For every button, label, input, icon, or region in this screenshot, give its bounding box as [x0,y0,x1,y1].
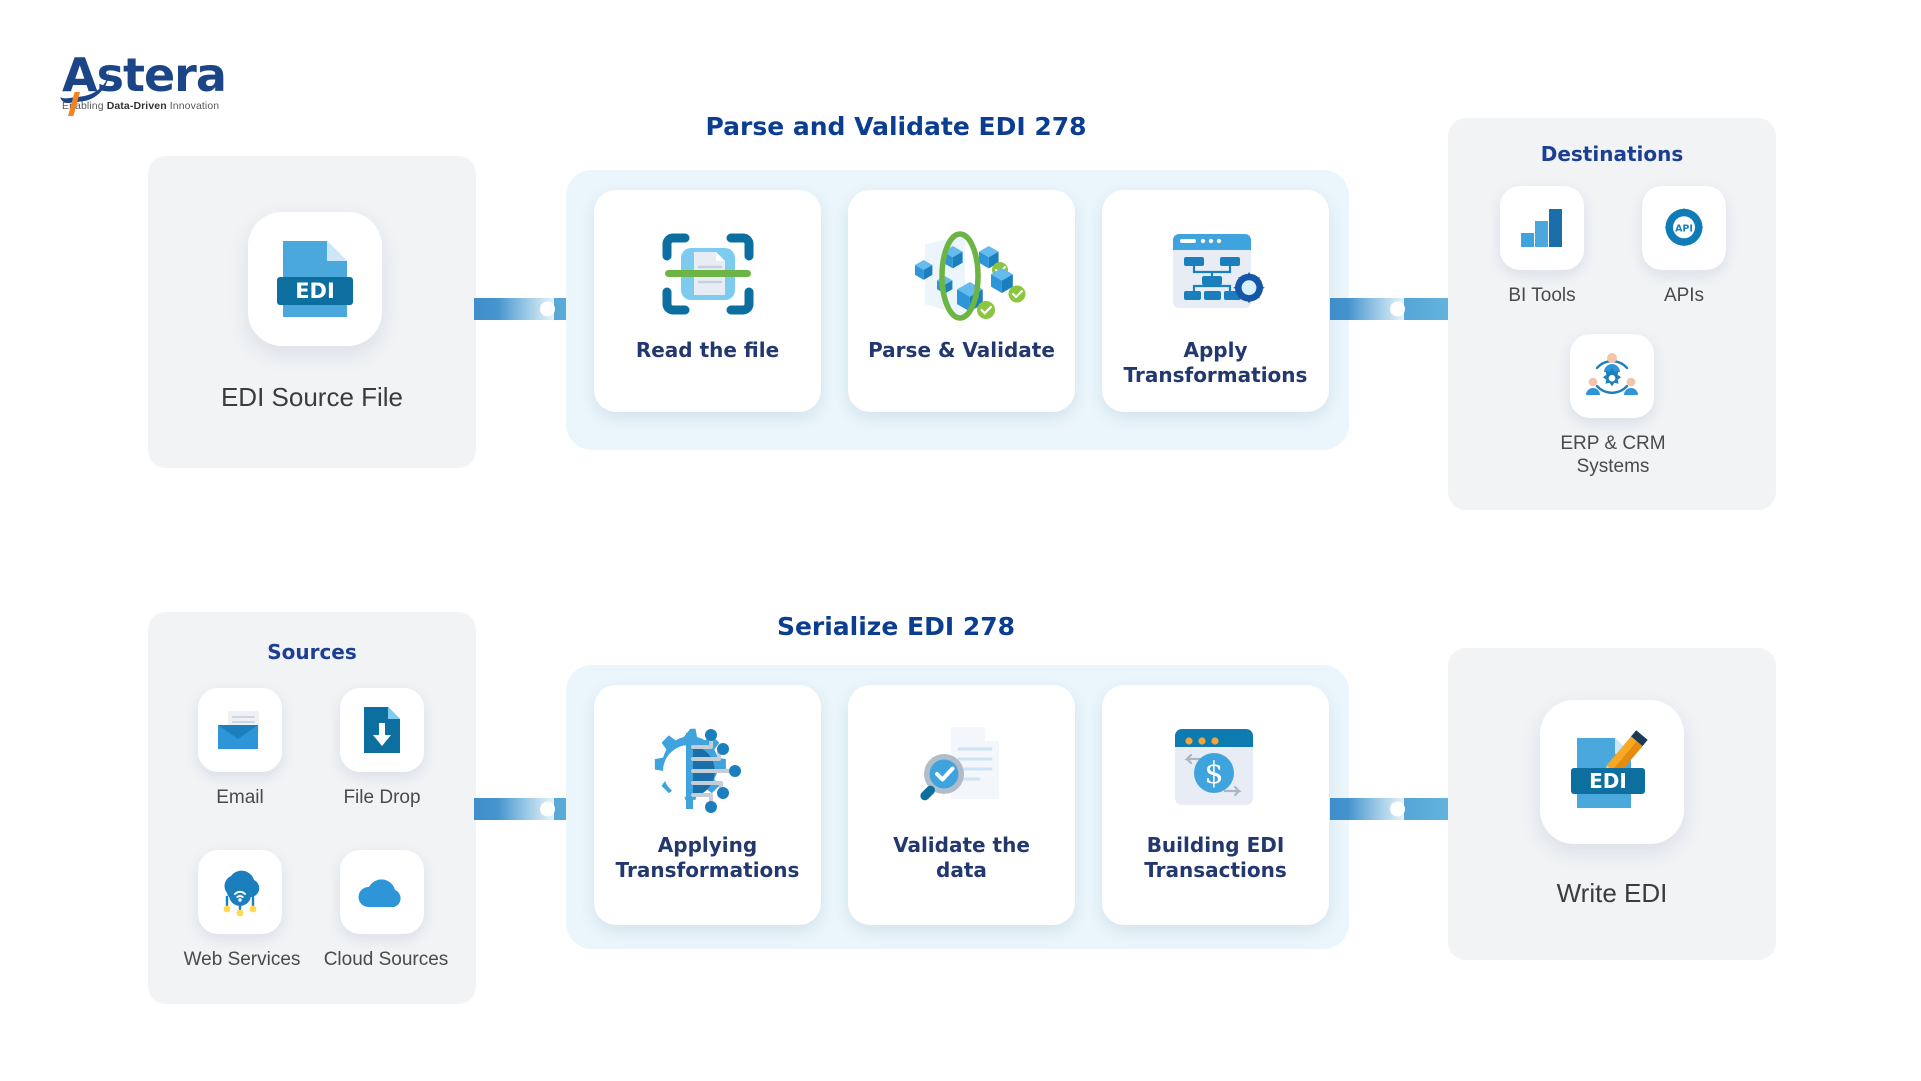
erp-crm-people-gear-icon [1586,353,1638,395]
file-download-icon [364,707,400,753]
step-apply-transformations-line1: Apply [1183,338,1248,362]
edi-write-pencil-icon: EDI [1571,730,1648,808]
destination-tile-apis[interactable]: API [1642,186,1726,270]
destination-label-erp-crm-line1: ERP & CRM [1560,433,1666,454]
step-read-the-file-label: Read the file [635,338,780,362]
step-building-edi-transactions-line2: Transactions [1144,858,1287,882]
source-tile-file-drop[interactable] [340,688,424,772]
logo-tagline: Enabling Data-Driven Innovation [62,100,222,112]
write-edi-label: Write EDI [1556,878,1668,908]
email-envelope-icon [218,711,259,749]
api-gear-icon: API [1664,208,1704,247]
step-building-edi-transactions-line1: Building EDI [1146,833,1285,857]
diagram-canvas: Astera Enabling Data-Driven Innovation E… [0,0,1921,1081]
bar-chart-icon [1521,209,1562,247]
destination-tile-erp-crm[interactable] [1570,334,1654,418]
data-cubes-validate-icon [907,224,1025,324]
edi-file-icon: EDI [277,241,353,317]
document-scan-icon [653,224,763,324]
destinations-title: Destinations [1540,142,1684,166]
api-gear-icon-text: API [1675,224,1693,235]
step-applying-transformations-label: Applying Transformations [603,833,812,883]
step-parse-validate[interactable]: Parse & Validate [848,190,1075,412]
connector-serialize-to-write [1330,798,1450,820]
edi-write-icon-text: EDI [1589,769,1627,793]
step-parse-validate-label: Parse & Validate [868,338,1055,362]
cloud-icon [358,879,401,907]
parse-band-title: Parse and Validate EDI 278 [705,112,1087,141]
destination-label-erp-crm: ERP & CRM Systems [1538,432,1688,478]
source-label-web-services: Web Services [183,949,301,970]
step-applying-transformations[interactable]: Applying Transformations [594,685,821,925]
step-apply-transformations-label: Apply Transformations [1111,338,1320,388]
edi-source-tile[interactable]: EDI [248,212,382,346]
document-check-magnifier-icon [907,719,1017,819]
step-validate-the-data[interactable]: Validate the data [848,685,1075,925]
edi-file-icon-text: EDI [295,279,335,303]
source-tile-web-services[interactable] [198,850,282,934]
connector-parse-to-destinations [1330,298,1450,320]
step-validate-the-data-label: Validate the data [857,833,1066,883]
write-edi-tile[interactable]: EDI [1540,700,1684,844]
logo-tagline-bold: Data-Driven [106,100,167,112]
step-apply-transformations-line2: Transformations [1123,363,1308,387]
destination-label-erp-crm-line2: Systems [1576,456,1650,477]
step-validate-the-data-line1: Validate the [893,833,1030,857]
source-label-email: Email [216,787,264,808]
logo-tagline-post: Innovation [166,100,220,112]
destination-label-apis: APIs [1663,285,1705,306]
source-tile-email[interactable] [198,688,282,772]
source-tile-cloud-sources[interactable] [340,850,424,934]
step-building-edi-transactions[interactable]: $ Building EDI Transactions [1102,685,1329,925]
astera-logo: Astera Enabling Data-Driven Innovation [57,52,227,116]
flowchart-gear-icon [1161,224,1271,324]
gear-circuit-icon [653,719,763,819]
serialize-band-title: Serialize EDI 278 [776,612,1016,641]
source-label-cloud-sources: Cloud Sources [323,949,449,970]
browser-dollar-icon: $ [1161,719,1271,819]
step-applying-transformations-line2: Transformations [615,858,800,882]
step-validate-the-data-line2: data [936,858,987,882]
step-building-edi-transactions-label: Building EDI Transactions [1111,833,1320,883]
destination-tile-bi-tools[interactable] [1500,186,1584,270]
step-read-the-file[interactable]: Read the file [594,190,821,412]
step-apply-transformations[interactable]: Apply Transformations [1102,190,1329,412]
source-label-file-drop: File Drop [343,787,421,808]
destination-label-bi-tools: BI Tools [1508,285,1576,306]
dollar-sign-glyph: $ [1204,756,1223,791]
step-applying-transformations-line1: Applying [657,833,758,857]
edi-source-label: EDI Source File [220,382,404,412]
cloud-wifi-icon [223,870,260,917]
sources-title: Sources [267,640,357,664]
